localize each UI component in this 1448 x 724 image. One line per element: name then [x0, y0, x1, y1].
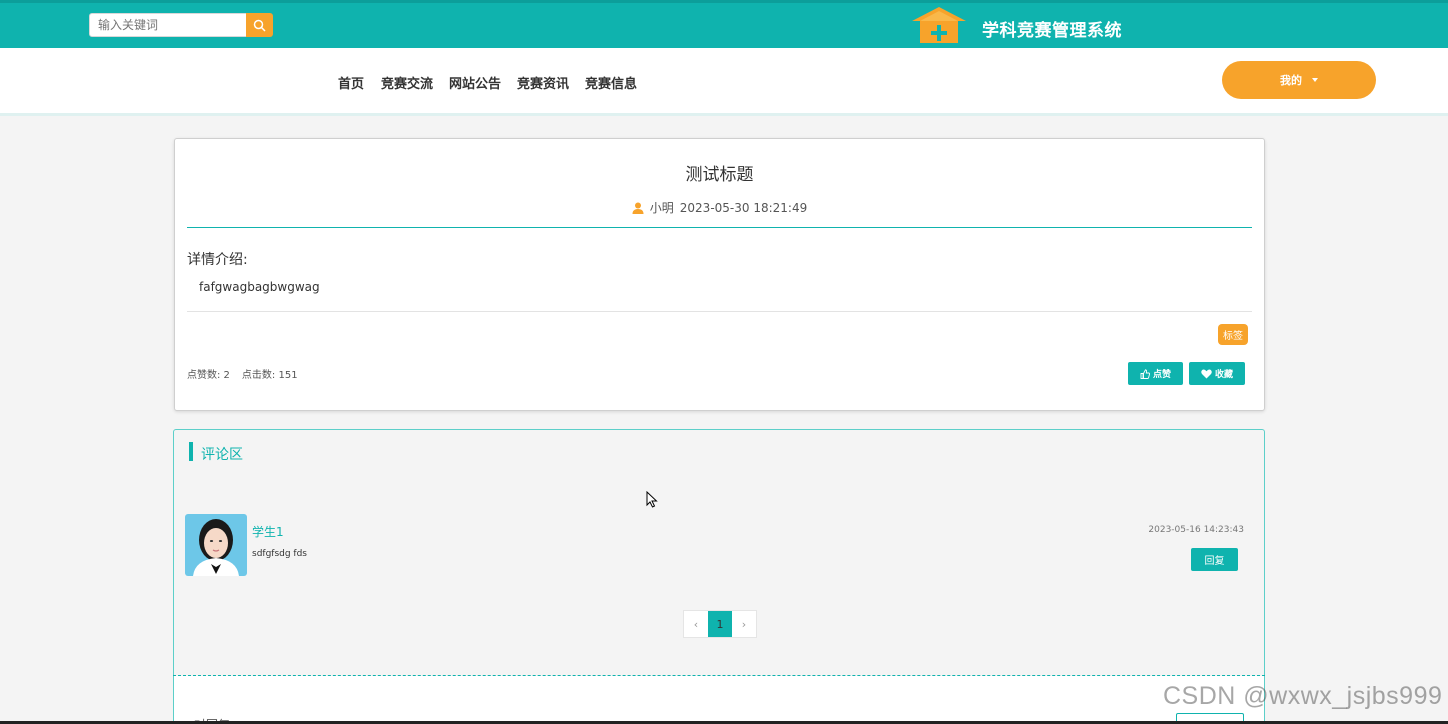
comment-section: 评论区 学生1 sdfgfsdg fds 2023-05-16 14:23:43… [173, 429, 1265, 675]
like-button[interactable]: 点赞 [1128, 362, 1183, 385]
user-menu-button[interactable]: 我的 [1222, 61, 1376, 99]
divider [187, 311, 1252, 312]
post-stats: 点赞数: 2 点击数: 151 [187, 366, 298, 381]
thumbs-up-icon [1140, 368, 1150, 379]
pagination: ‹ 1 › [683, 610, 757, 638]
likes-count: 点赞数: 2 [187, 370, 230, 381]
detail-label: 详情介绍: [187, 252, 248, 268]
user-menu-label: 我的 [1280, 74, 1302, 87]
nav-bar: 首页 竞赛交流 网站公告 竞赛资讯 竞赛信息 我的 [0, 48, 1448, 116]
avatar[interactable] [185, 514, 247, 576]
comment-time: 2023-05-16 14:23:43 [1148, 525, 1244, 535]
post-detail-card: 测试标题 小明 2023-05-30 18:21:49 详情介绍: fafgwa… [174, 138, 1265, 411]
avatar-image [185, 514, 247, 576]
search-icon [253, 19, 266, 32]
post-author: 小明 [649, 201, 674, 215]
like-button-label: 点赞 [1152, 370, 1171, 380]
post-meta: 小明 2023-05-30 18:21:49 [175, 199, 1264, 216]
nav-item-home[interactable]: 首页 [338, 73, 364, 92]
post-title: 测试标题 [685, 165, 754, 185]
detail-content: fafgwagbagbwgwag [199, 280, 320, 294]
tag-badge[interactable]: 标签 [1218, 324, 1248, 345]
pager-page-1[interactable]: 1 [708, 611, 732, 637]
favorite-button-label: 收藏 [1214, 370, 1233, 380]
search-button[interactable] [246, 13, 273, 37]
watermark: CSDN @wxwx_jsjbs999 [1163, 682, 1443, 710]
comment-user[interactable]: 学生1 [252, 523, 284, 540]
top-bar: 学科竞赛管理系统 [0, 0, 1448, 48]
nav-item-news[interactable]: 竞赛资讯 [517, 73, 569, 92]
reply-form-area: 对回复: [173, 676, 1265, 724]
clicks-count: 点击数: 151 [241, 370, 298, 381]
heart-icon [1201, 369, 1212, 378]
search-input[interactable] [89, 13, 247, 37]
nav-item-info[interactable]: 竞赛信息 [585, 73, 637, 92]
nav-item-exchange[interactable]: 竞赛交流 [381, 73, 433, 92]
house-plus-icon [912, 7, 966, 43]
section-accent-bar [189, 442, 193, 461]
favorite-button[interactable]: 收藏 [1189, 362, 1245, 385]
reply-button[interactable]: 回复 [1191, 548, 1238, 571]
divider [187, 227, 1252, 228]
caret-down-icon [1312, 78, 1318, 82]
mouse-cursor-icon [646, 491, 658, 508]
pager-next[interactable]: › [732, 611, 756, 637]
user-icon [632, 202, 644, 214]
pager-prev[interactable]: ‹ [684, 611, 708, 637]
comment-section-title: 评论区 [201, 447, 243, 463]
comment-text: sdfgfsdg fds [252, 549, 307, 559]
post-datetime: 2023-05-30 18:21:49 [679, 200, 808, 215]
nav-item-notice[interactable]: 网站公告 [449, 73, 501, 92]
site-title: 学科竞赛管理系统 [982, 21, 1122, 41]
